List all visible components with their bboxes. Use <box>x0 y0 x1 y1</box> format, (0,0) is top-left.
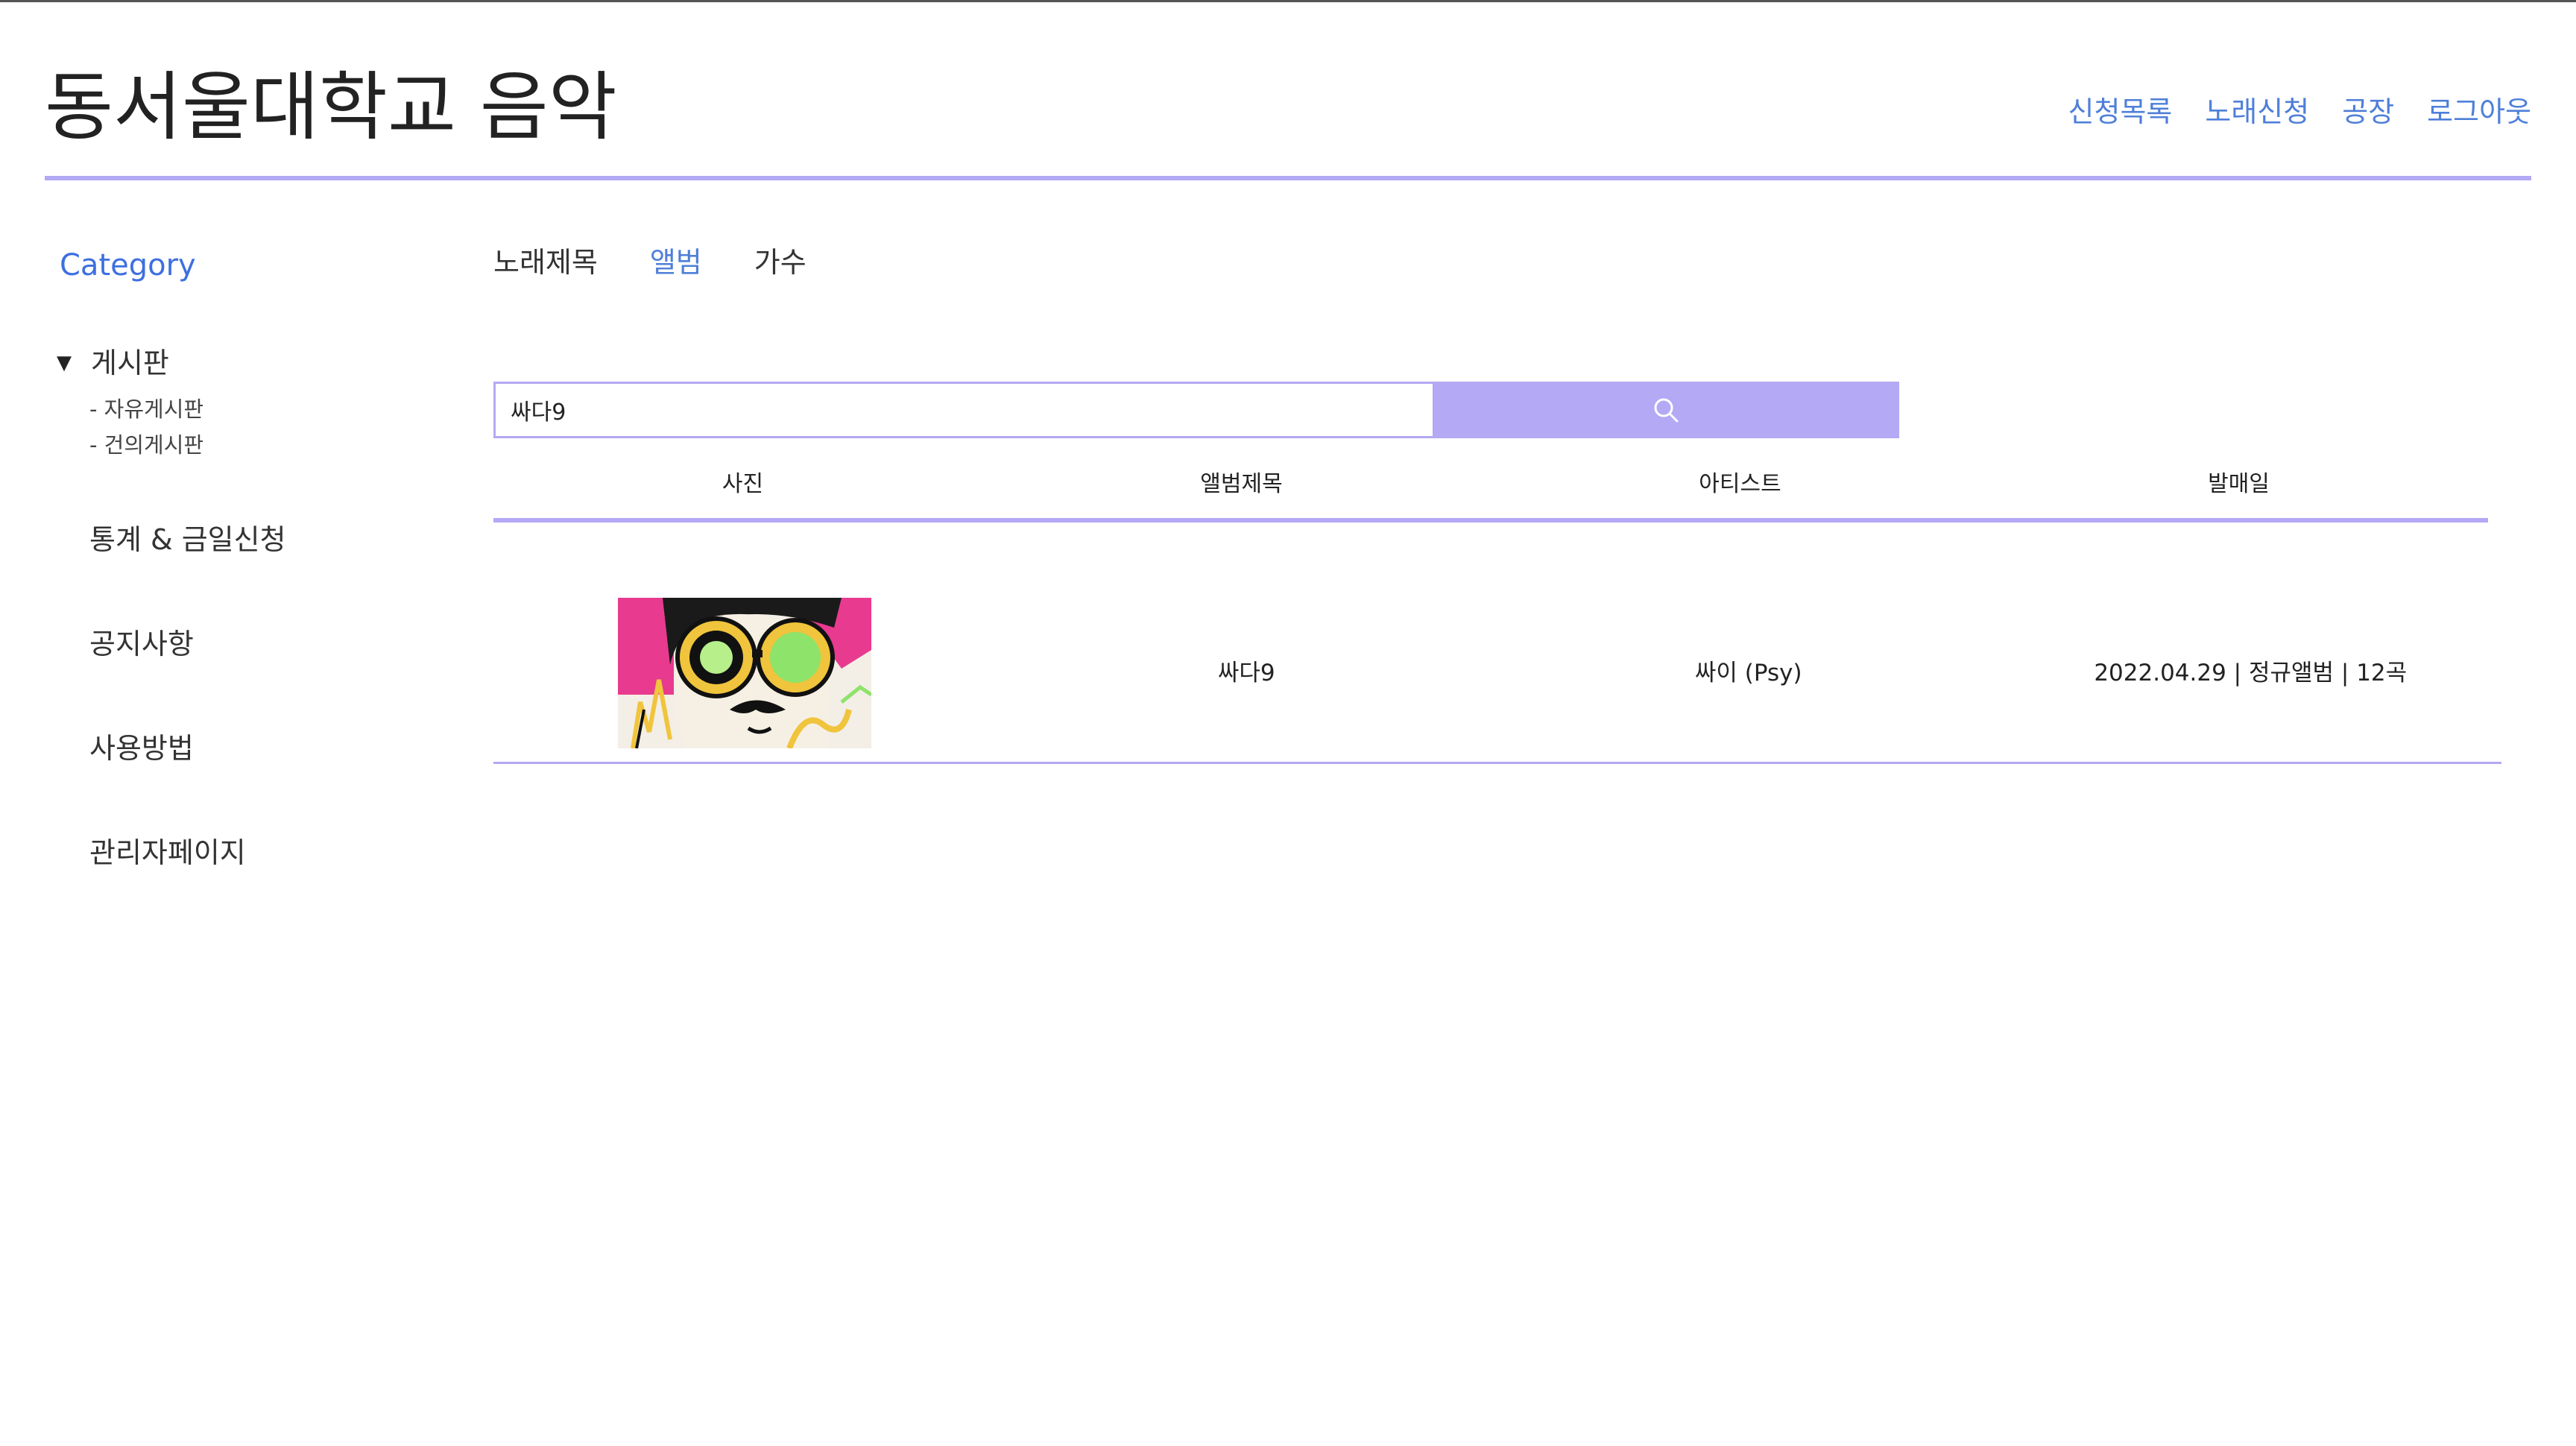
tab-singer[interactable]: 가수 <box>754 240 806 285</box>
sidebar-item-admin[interactable]: 관리자페이지 <box>89 830 246 875</box>
sidebar-item-free-board[interactable]: - 자유게시판 <box>89 392 203 426</box>
column-header-artist: 아티스트 <box>1699 471 1781 497</box>
cell-artist: 싸이 (Psy) <box>1694 660 1802 686</box>
column-header-release-date: 발매일 <box>2208 471 2270 497</box>
table-row[interactable]: 싸다9 싸이 (Psy) 2022.04.29 | 정규앨범 | 12곡 <box>493 596 2501 750</box>
search-type-tabs: 노래제목 앨범 가수 <box>493 240 806 285</box>
sidebar-board-toggle[interactable]: ▼ 게시판 <box>57 344 169 382</box>
sidebar-category-title: Category <box>60 248 196 282</box>
nav-song-request[interactable]: 노래신청 <box>2205 89 2309 134</box>
search-button[interactable] <box>1433 382 1899 438</box>
cell-album-title[interactable]: 싸다9 <box>996 658 1498 688</box>
sidebar-item-how-to-use[interactable]: 사용방법 <box>89 726 194 771</box>
nav-logout[interactable]: 로그아웃 <box>2427 89 2531 134</box>
sidebar-item-notices[interactable]: 공지사항 <box>89 622 194 666</box>
page: 동서울대학교 음악 신청목록 노래신청 공장 로그아웃 Category ▼ 게… <box>0 0 2576 1446</box>
tab-album[interactable]: 앨범 <box>650 240 702 285</box>
table-row-divider <box>493 762 2501 764</box>
search-input[interactable] <box>493 382 1433 438</box>
nav-request-list[interactable]: 신청목록 <box>2068 89 2173 134</box>
sidebar-item-stats[interactable]: 통계 & 금일신청 <box>89 517 286 562</box>
caret-down-icon: ▼ <box>57 352 72 374</box>
search-bar <box>493 382 1899 438</box>
table-header: 사진 앨범제목 아티스트 발매일 <box>493 462 2488 507</box>
sidebar-item-suggestion-board[interactable]: - 건의게시판 <box>89 428 203 462</box>
cell-release-info: 2022.04.29 | 정규앨범 | 12곡 <box>2094 660 2408 686</box>
cell-photo <box>493 598 996 748</box>
site-title[interactable]: 동서울대학교 음악 <box>45 63 617 152</box>
sidebar-board-label: 게시판 <box>91 347 169 379</box>
album-cover-image[interactable] <box>617 598 871 748</box>
tab-song-title[interactable]: 노래제목 <box>493 240 598 285</box>
search-icon <box>1654 398 1679 423</box>
header-divider <box>45 176 2531 180</box>
top-nav: 신청목록 노래신청 공장 로그아웃 <box>2068 89 2531 134</box>
table-header-divider <box>493 518 2488 522</box>
top-border <box>0 0 2576 2</box>
nav-factory[interactable]: 공장 <box>2342 89 2394 134</box>
column-header-album-title: 앨범제목 <box>1200 471 1283 497</box>
column-header-photo: 사진 <box>722 471 764 497</box>
